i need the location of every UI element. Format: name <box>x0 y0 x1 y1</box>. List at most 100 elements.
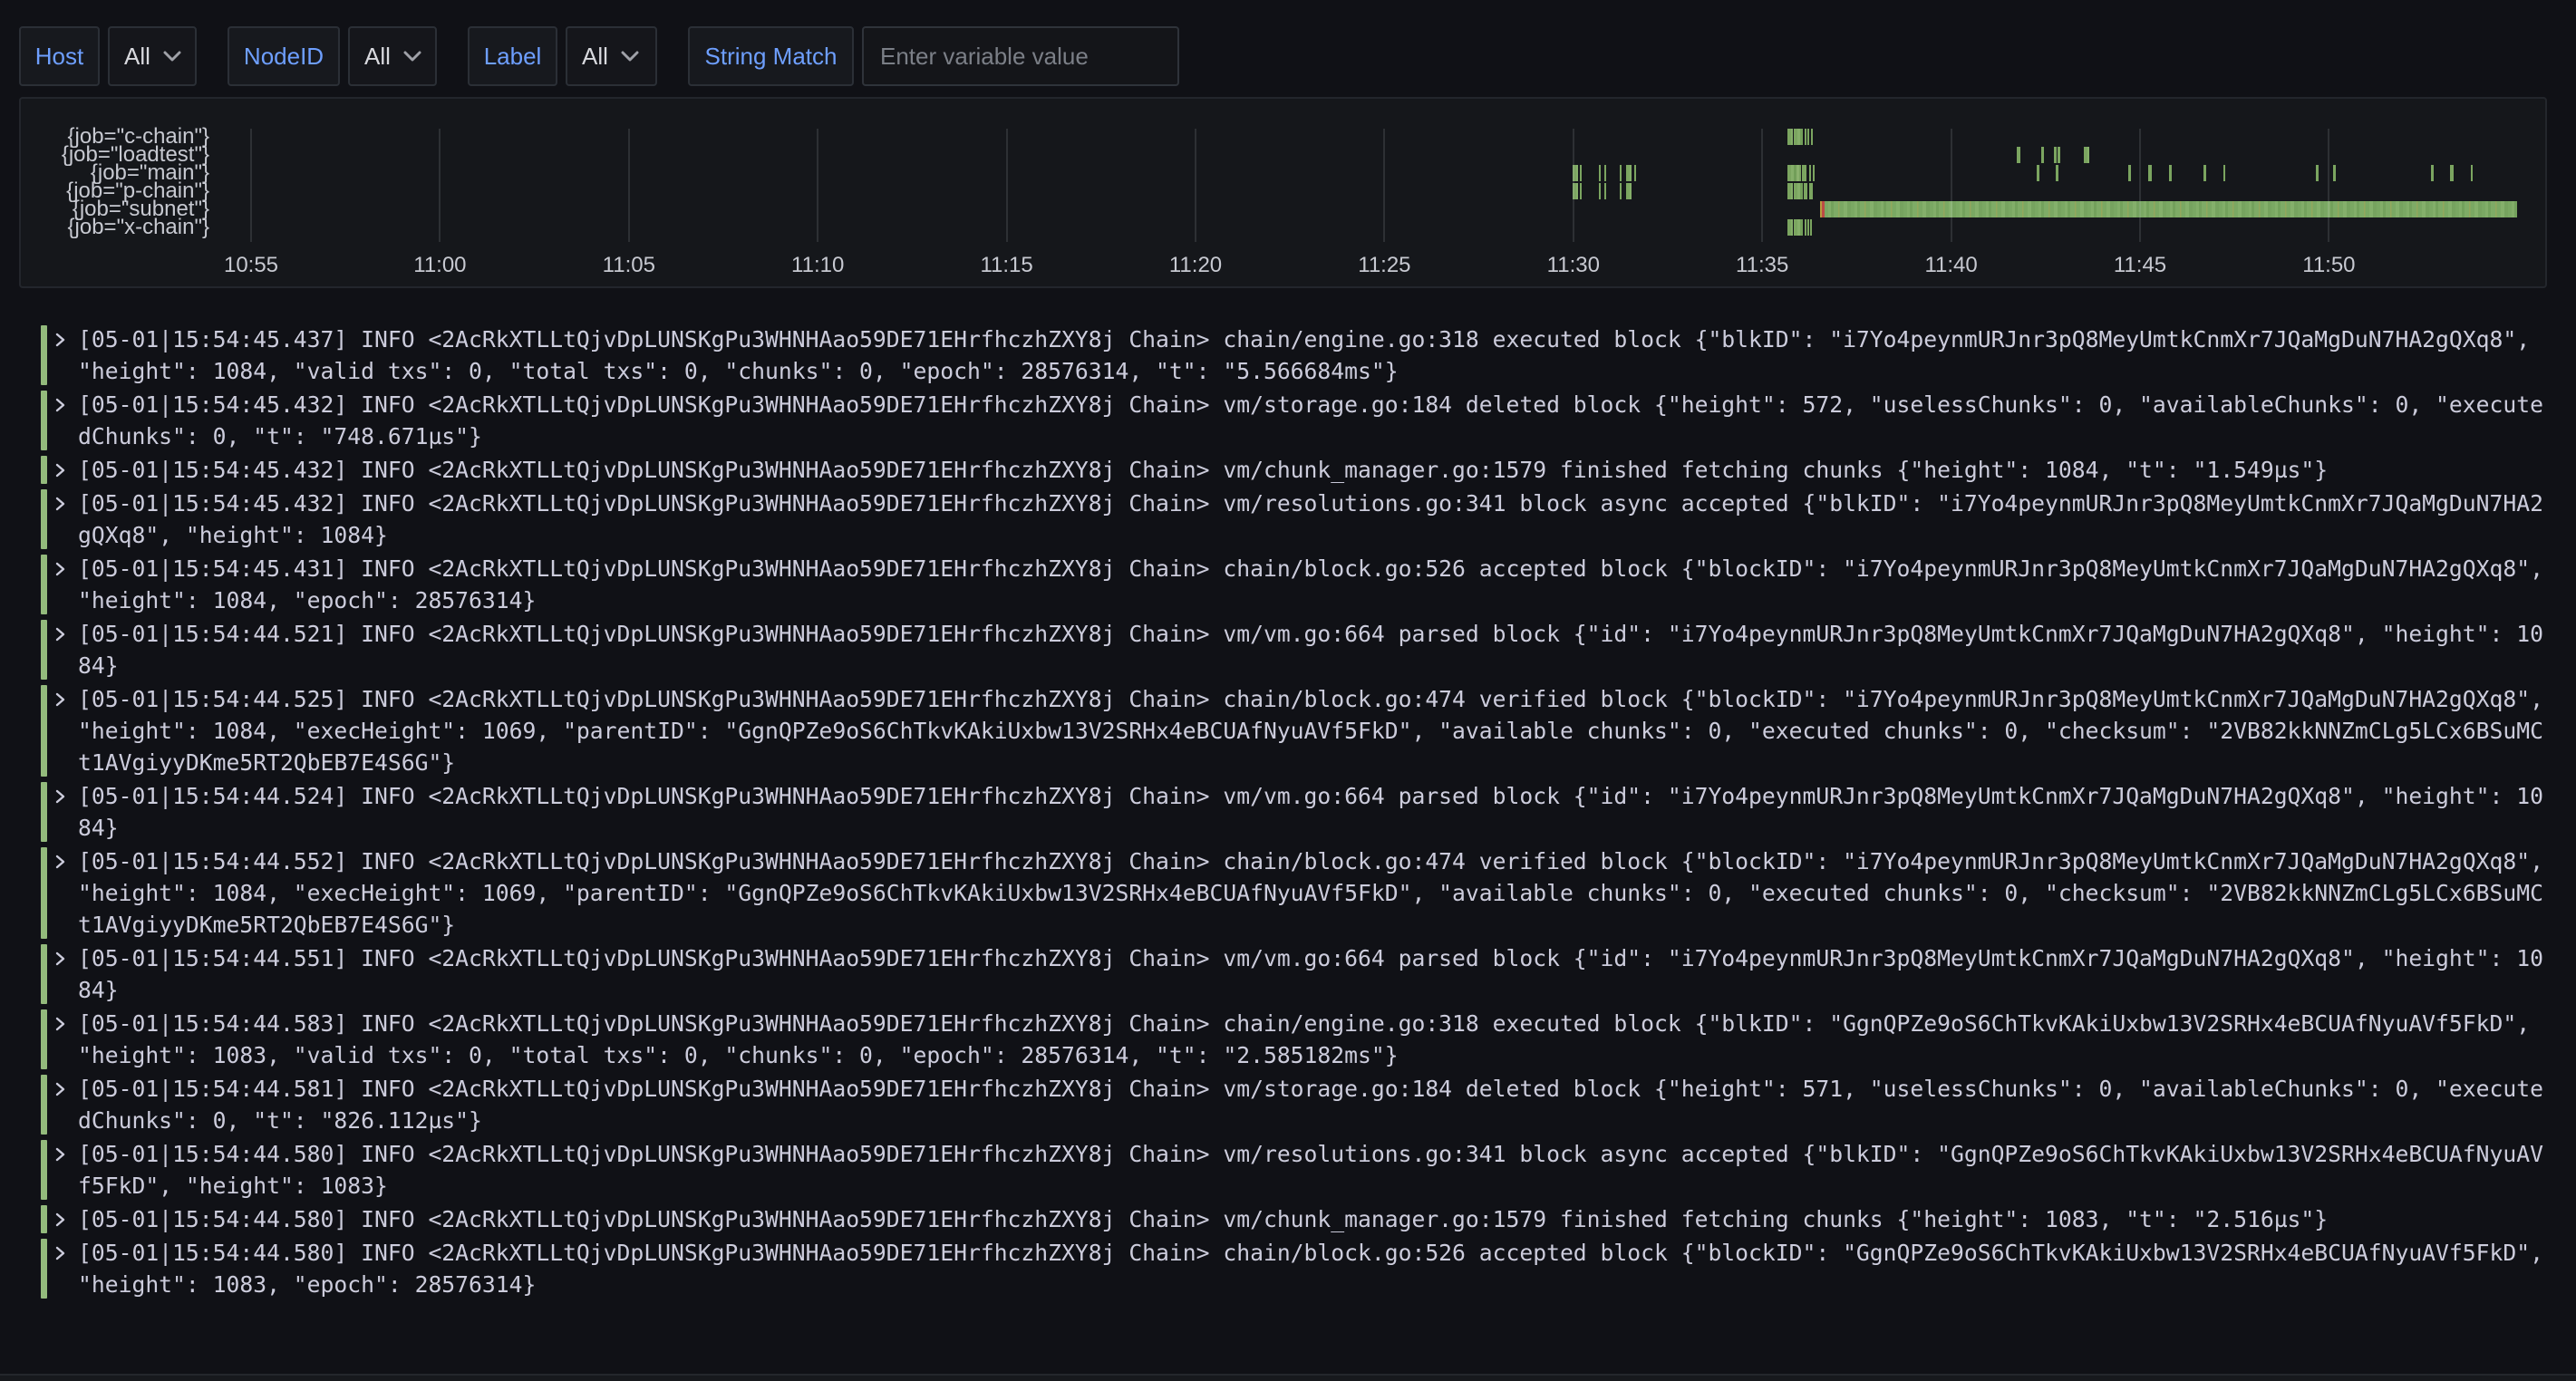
string-match-input-wrap: Enter variable value <box>862 26 1179 86</box>
log-line-text: [05-01|15:54:44.583] INFO <2AcRkXTLLtQjv… <box>78 1008 2549 1071</box>
time-tick-label: 11:50 <box>2302 255 2355 276</box>
log-line-text: [05-01|15:54:44.525] INFO <2AcRkXTLLtQjv… <box>78 683 2549 778</box>
activity-segment <box>2017 147 2020 163</box>
log-row[interactable]: [05-01|15:54:44.524] INFO <2AcRkXTLLtQjv… <box>41 780 2549 844</box>
activity-segment <box>2041 147 2044 163</box>
expand-chevron-icon[interactable] <box>53 454 66 486</box>
gridline <box>1383 129 1385 242</box>
host-variable-dropdown[interactable]: All <box>108 26 197 86</box>
activity-segment <box>2203 165 2206 181</box>
log-level-bar <box>41 555 47 614</box>
variables-bar: Host All NodeID All Label All String Mat… <box>19 26 1179 86</box>
activity-segment <box>1626 183 1632 199</box>
log-level-bar <box>41 325 47 385</box>
log-row[interactable]: [05-01|15:54:45.437] INFO <2AcRkXTLLtQjv… <box>41 324 2549 387</box>
time-tick-label: 11:15 <box>980 255 1032 276</box>
log-row[interactable]: [05-01|15:54:45.431] INFO <2AcRkXTLLtQjv… <box>41 553 2549 616</box>
log-level-bar <box>41 1205 47 1233</box>
log-level-bar <box>41 944 47 1004</box>
expand-chevron-icon[interactable] <box>53 683 66 715</box>
label-variable-label: Label <box>468 26 557 86</box>
expand-chevron-icon[interactable] <box>53 553 66 584</box>
log-row[interactable]: [05-01|15:54:44.521] INFO <2AcRkXTLLtQjv… <box>41 618 2549 681</box>
log-row[interactable]: [05-01|15:54:44.580] INFO <2AcRkXTLLtQjv… <box>41 1203 2549 1235</box>
activity-segment <box>2148 165 2152 181</box>
legend-label-6[interactable]: {job="x-chain"} <box>21 218 209 237</box>
log-line-text: [05-01|15:54:45.432] INFO <2AcRkXTLLtQjv… <box>78 454 2549 486</box>
activity-segment <box>1599 183 1601 199</box>
log-row[interactable]: [05-01|15:54:45.432] INFO <2AcRkXTLLtQjv… <box>41 454 2549 486</box>
log-row[interactable]: [05-01|15:54:44.580] INFO <2AcRkXTLLtQjv… <box>41 1138 2549 1202</box>
expand-chevron-icon[interactable] <box>53 942 66 974</box>
gridline <box>817 129 818 242</box>
log-level-bar <box>41 1239 47 1299</box>
log-row[interactable]: [05-01|15:54:44.552] INFO <2AcRkXTLLtQjv… <box>41 845 2549 941</box>
activity-segment <box>2450 165 2454 181</box>
log-line-text: [05-01|15:54:44.580] INFO <2AcRkXTLLtQjv… <box>78 1237 2549 1300</box>
time-tick-label: 11:45 <box>2114 255 2166 276</box>
gridline <box>1006 129 1008 242</box>
label-variable-dropdown[interactable]: All <box>566 26 657 86</box>
string-match-input[interactable]: Enter variable value <box>880 43 1089 71</box>
chevron-down-icon <box>403 51 421 62</box>
activity-segment <box>1620 183 1622 199</box>
log-level-bar <box>41 456 47 484</box>
log-row[interactable]: [05-01|15:54:44.583] INFO <2AcRkXTLLtQjv… <box>41 1008 2549 1071</box>
gridline <box>439 129 441 242</box>
activity-segment <box>1794 183 1803 199</box>
expand-chevron-icon[interactable] <box>53 1203 66 1235</box>
activity-segment <box>1805 129 1807 145</box>
activity-segment <box>2471 165 2474 181</box>
log-row[interactable]: [05-01|15:54:44.525] INFO <2AcRkXTLLtQjv… <box>41 683 2549 778</box>
activity-segment <box>1599 165 1601 181</box>
activity-segment <box>2431 165 2434 181</box>
activity-segment <box>1580 183 1582 199</box>
log-row[interactable]: [05-01|15:54:44.551] INFO <2AcRkXTLLtQjv… <box>41 942 2549 1006</box>
activity-segment <box>1794 129 1803 145</box>
log-volume-plot[interactable]: {job="c-chain"}{job="loadtest"}{job="mai… <box>21 99 2545 286</box>
expand-chevron-icon[interactable] <box>53 618 66 650</box>
activity-segment <box>2223 165 2226 181</box>
expand-chevron-icon[interactable] <box>53 1008 66 1039</box>
expand-chevron-icon[interactable] <box>53 845 66 877</box>
label-variable-label-text: Label <box>484 43 542 71</box>
log-line-text: [05-01|15:54:44.581] INFO <2AcRkXTLLtQjv… <box>78 1073 2549 1136</box>
expand-chevron-icon[interactable] <box>53 324 66 355</box>
activity-segment <box>1806 183 1807 199</box>
activity-segment <box>1813 165 1815 181</box>
expand-chevron-icon[interactable] <box>53 1073 66 1105</box>
log-line-text: [05-01|15:54:45.432] INFO <2AcRkXTLLtQjv… <box>78 488 2549 551</box>
activity-segment <box>2316 165 2319 181</box>
gridline <box>1951 129 1952 242</box>
nodeid-variable-dropdown[interactable]: All <box>348 26 437 86</box>
activity-segment <box>1620 165 1622 181</box>
log-line-text: [05-01|15:54:44.580] INFO <2AcRkXTLLtQjv… <box>78 1138 2549 1202</box>
time-tick-label: 11:30 <box>1547 255 1600 276</box>
expand-chevron-icon[interactable] <box>53 389 66 420</box>
log-level-bar <box>41 685 47 777</box>
expand-chevron-icon[interactable] <box>53 488 66 519</box>
activity-segment <box>2058 147 2060 163</box>
chevron-down-icon <box>621 51 639 62</box>
activity-segment <box>1809 165 1811 181</box>
log-row[interactable]: [05-01|15:54:45.432] INFO <2AcRkXTLLtQjv… <box>41 488 2549 551</box>
gridline <box>250 129 252 242</box>
log-row[interactable]: [05-01|15:54:44.581] INFO <2AcRkXTLLtQjv… <box>41 1073 2549 1136</box>
host-variable-label: Host <box>19 26 100 86</box>
gridline <box>1195 129 1196 242</box>
time-tick-label: 11:00 <box>413 255 466 276</box>
time-tick-label: 11:25 <box>1358 255 1410 276</box>
activity-segment <box>1807 219 1809 236</box>
expand-chevron-icon[interactable] <box>53 1237 66 1269</box>
log-row[interactable]: [05-01|15:54:44.580] INFO <2AcRkXTLLtQjv… <box>41 1237 2549 1300</box>
activity-segment <box>1805 219 1807 236</box>
gridline <box>1573 129 1574 242</box>
log-volume-panel: {job="c-chain"}{job="loadtest"}{job="mai… <box>19 97 2547 288</box>
expand-chevron-icon[interactable] <box>53 780 66 812</box>
expand-chevron-icon[interactable] <box>53 1138 66 1170</box>
activity-segment <box>1810 219 1812 236</box>
gridline <box>628 129 630 242</box>
log-row[interactable]: [05-01|15:54:45.432] INFO <2AcRkXTLLtQjv… <box>41 389 2549 452</box>
activity-segment <box>2128 165 2131 181</box>
log-line-text: [05-01|15:54:45.431] INFO <2AcRkXTLLtQjv… <box>78 553 2549 616</box>
